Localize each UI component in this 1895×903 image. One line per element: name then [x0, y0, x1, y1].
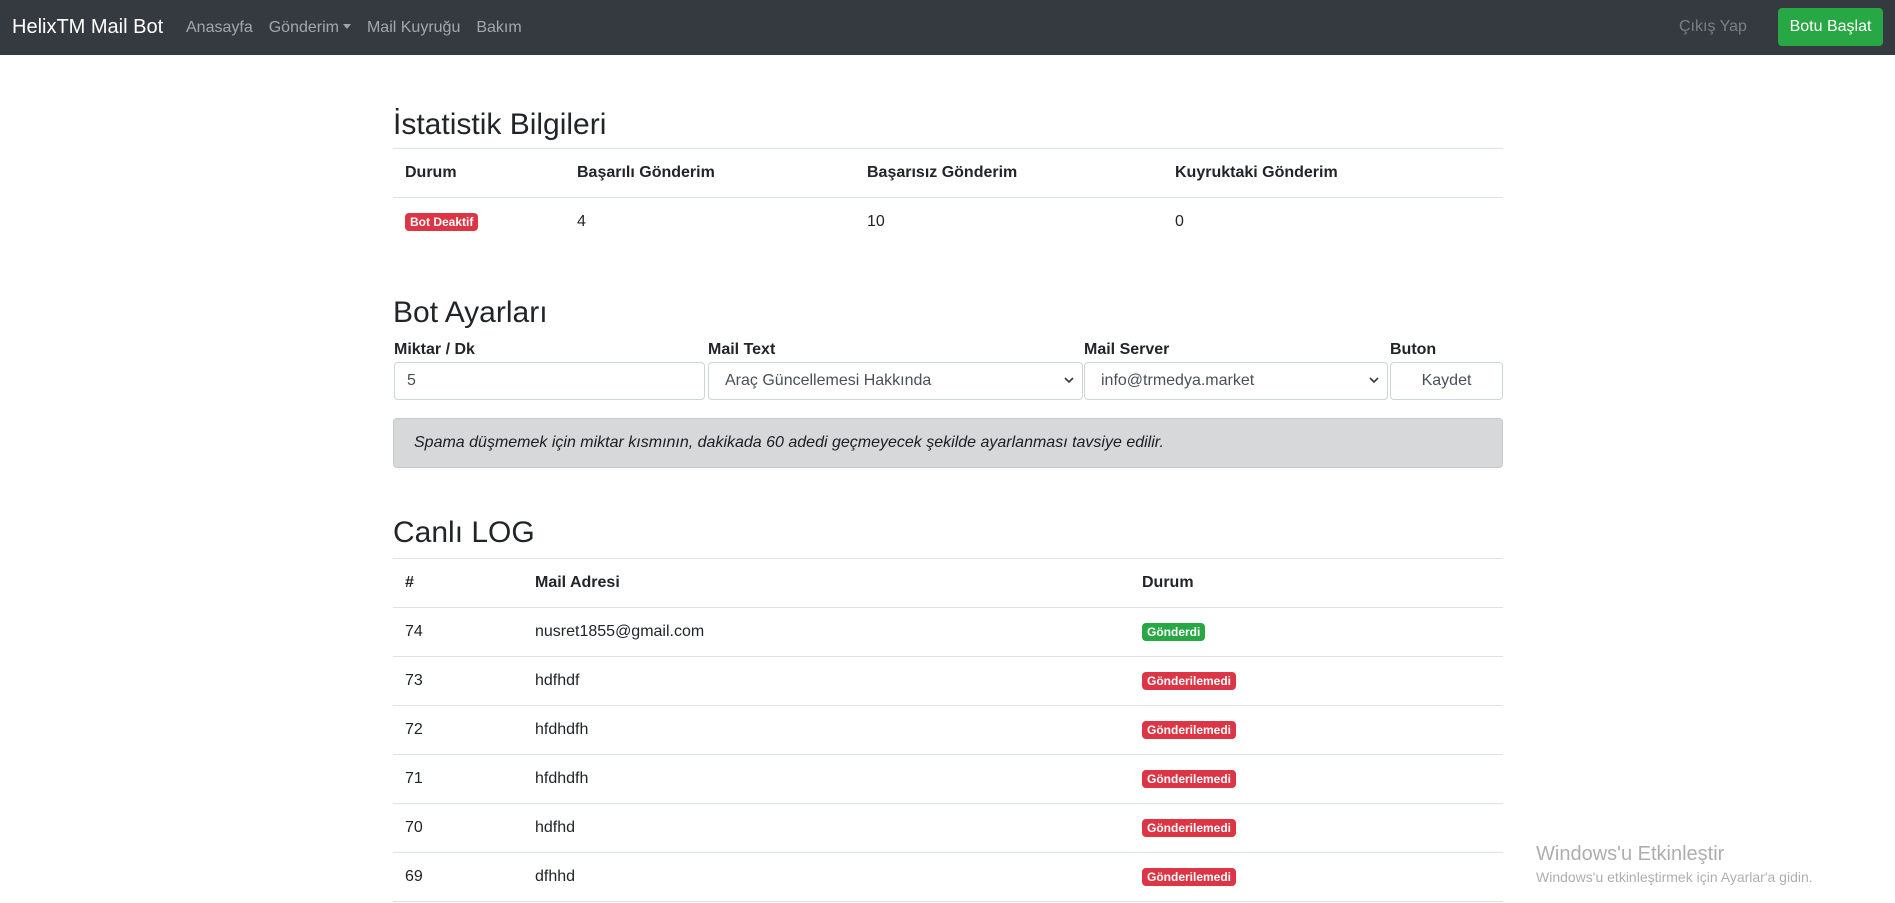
log-id: 69 — [393, 852, 523, 902]
nav-home[interactable]: Anasayfa — [186, 19, 253, 37]
save-button[interactable]: Kaydet — [1390, 362, 1503, 400]
chevron-down-icon — [1369, 377, 1379, 384]
log-email: hdfhd — [523, 803, 1130, 853]
log-email: dfhhd — [523, 852, 1130, 902]
table-row: 69 dfhhd Gönderilemedi — [393, 852, 1503, 902]
start-bot-button[interactable]: Botu Başlat — [1778, 8, 1883, 46]
nav-mail-queue[interactable]: Mail Kuyruğu — [367, 19, 460, 37]
log-id: 72 — [393, 705, 523, 755]
mail-text-select[interactable]: Araç Güncellemesi Hakkında — [708, 362, 1083, 400]
button-label: Buton — [1390, 341, 1437, 358]
bot-status-badge: Bot Deaktif — [405, 213, 479, 232]
stats-failed-value: 10 — [867, 213, 885, 231]
caret-down-icon — [342, 23, 351, 29]
stats-header-successful: Başarılı Gönderim — [565, 148, 855, 198]
button-group: Buton Kaydet — [1389, 340, 1503, 400]
status-badge: Gönderilemedi — [1142, 672, 1237, 690]
stats-header-status: Durum — [393, 148, 565, 198]
table-row: 70 hdfhd Gönderilemedi — [393, 803, 1503, 853]
table-row: 72 hfdhdfh Gönderilemedi — [393, 705, 1503, 755]
stats-queued-value: 0 — [1175, 213, 1184, 231]
mail-server-group: Mail Server info@trmedya.market — [1083, 340, 1389, 400]
log-header-status: Durum — [1130, 558, 1503, 608]
spam-notice-alert: Spama düşmemek için miktar kısmının, dak… — [393, 418, 1503, 468]
status-badge: Gönderilemedi — [1142, 868, 1237, 886]
stats-successful-value: 4 — [577, 213, 586, 231]
stats-table: Durum Başarılı Gönderim Başarısız Gönder… — [393, 148, 1503, 247]
mail-server-label: Mail Server — [1084, 341, 1170, 358]
stats-header-row: Durum Başarılı Gönderim Başarısız Gönder… — [393, 148, 1503, 198]
log-id: 71 — [393, 754, 523, 804]
table-row: 71 hfdhdfh Gönderilemedi — [393, 754, 1503, 804]
log-header-row: # Mail Adresi Durum — [393, 558, 1503, 608]
log-status-cell: Gönderilemedi — [1130, 705, 1503, 755]
status-badge: Gönderilemedi — [1142, 819, 1237, 837]
log-status-cell: Gönderdi — [1130, 608, 1503, 657]
logout-link[interactable]: Çıkış Yap — [1679, 18, 1747, 36]
stats-status-cell: Bot Deaktif — [393, 198, 565, 247]
log-id: 73 — [393, 656, 523, 706]
log-email: hdfhdf — [523, 656, 1130, 706]
status-badge: Gönderilemedi — [1142, 770, 1237, 788]
chevron-down-icon — [1064, 377, 1074, 384]
nav-maintenance[interactable]: Bakım — [476, 19, 521, 37]
log-email: hfdhdfh — [523, 754, 1130, 804]
mail-server-select[interactable]: info@trmedya.market — [1084, 362, 1388, 400]
main-nav: Anasayfa Gönderim Mail Kuyruğu Bakım — [186, 0, 538, 55]
mail-text-selected: Araç Güncellemesi Hakkında — [725, 372, 932, 389]
stats-header-failed: Başarısız Gönderim — [855, 148, 1163, 198]
log-id: 70 — [393, 803, 523, 853]
bot-settings-form: Miktar / Dk 5 Mail Text Araç Güncellemes… — [393, 340, 1503, 400]
mail-server-selected: info@trmedya.market — [1101, 372, 1255, 389]
log-status-cell: Gönderilemedi — [1130, 852, 1503, 902]
log-id: 74 — [405, 623, 423, 640]
watermark-title: Windows'u Etkinleştir — [1536, 843, 1725, 865]
amount-group: Miktar / Dk 5 — [393, 340, 706, 400]
status-badge: Gönderilemedi — [1142, 721, 1237, 739]
log-header-id: # — [393, 558, 523, 608]
log-email: hfdhdfh — [523, 705, 1130, 755]
log-status-cell: Gönderilemedi — [1130, 803, 1503, 853]
mail-text-label: Mail Text — [708, 341, 776, 358]
amount-label: Miktar / Dk — [394, 341, 475, 358]
mail-text-group: Mail Text Araç Güncellemesi Hakkında — [707, 340, 1083, 400]
live-log-title: Canlı LOG — [393, 516, 535, 549]
log-header-email: Mail Adresi — [523, 558, 1130, 608]
log-status-cell: Gönderilemedi — [1130, 656, 1503, 706]
amount-input[interactable]: 5 — [394, 362, 705, 400]
stats-header-queued: Kuyruktaki Gönderim — [1163, 148, 1503, 198]
nav-sending-label: Gönderim — [268, 18, 339, 36]
bot-settings-title: Bot Ayarları — [393, 296, 548, 329]
top-navbar: HelixTM Mail Bot Anasayfa Gönderim Mail … — [0, 0, 1895, 55]
status-badge: Gönderdi — [1142, 623, 1206, 641]
log-email: nusret1855@gmail.com — [535, 623, 705, 640]
stats-row: Bot Deaktif 4 10 0 — [393, 198, 1503, 247]
live-log-table: # Mail Adresi Durum 74 nusret1855@gmail.… — [393, 558, 1503, 902]
log-status-cell: Gönderilemedi — [1130, 754, 1503, 804]
nav-sending-dropdown[interactable]: Gönderim — [269, 19, 351, 37]
table-row: 74 nusret1855@gmail.com Gönderdi — [393, 608, 1503, 657]
watermark-subtitle: Windows'u etkinleştirmek için Ayarlar'a … — [1536, 869, 1813, 885]
windows-activation-watermark: Windows'u Etkinleştir Windows'u etkinleş… — [1536, 842, 1813, 886]
brand-logo[interactable]: HelixTM Mail Bot — [12, 14, 163, 40]
table-row: 73 hdfhdf Gönderilemedi — [393, 656, 1503, 706]
stats-title: İstatistik Bilgileri — [393, 108, 607, 141]
